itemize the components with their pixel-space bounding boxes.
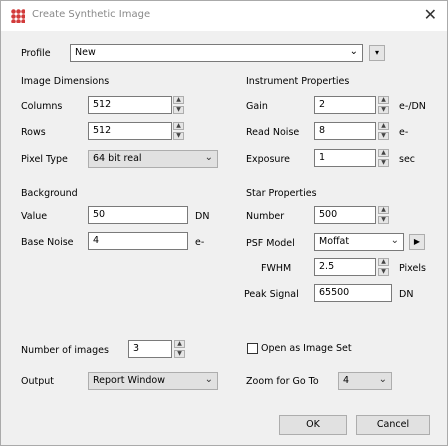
up-arrow-icon[interactable]: ▲ [378,258,389,266]
rows-label: Rows [21,127,46,138]
up-arrow-icon[interactable]: ▲ [174,340,185,348]
fwhm-unit: Pixels [399,263,426,274]
up-arrow-icon[interactable]: ▲ [378,206,389,214]
down-arrow-icon[interactable]: ▼ [378,268,389,276]
ok-button[interactable]: OK [279,415,347,435]
num-images-input[interactable]: 3 [128,340,172,358]
down-arrow-icon[interactable]: ▼ [173,106,184,114]
cancel-button[interactable]: Cancel [356,415,430,435]
zoom-select[interactable]: 4 ⌄ [338,372,392,390]
bg-value-input[interactable]: 50 [88,206,188,224]
number-label: Number [246,211,285,222]
gain-label: Gain [246,101,268,112]
up-arrow-icon[interactable]: ▲ [173,122,184,130]
gain-stepper[interactable]: ▲ ▼ [378,96,389,114]
number-input[interactable]: 500 [314,206,376,224]
zoom-label: Zoom for Go To [246,376,319,387]
exposure-unit: sec [399,154,416,165]
output-label: Output [21,376,54,387]
star-properties-heading: Star Properties [246,188,317,199]
down-arrow-icon[interactable]: ▼ [378,132,389,140]
bg-value-unit: DN [195,211,210,222]
fwhm-input[interactable]: 2.5 [314,258,376,276]
fwhm-stepper[interactable]: ▲ ▼ [378,258,389,276]
number-stepper[interactable]: ▲ ▼ [378,206,389,224]
rows-stepper[interactable]: ▲ ▼ [173,122,184,140]
columns-stepper[interactable]: ▲ ▼ [173,96,184,114]
peak-signal-input[interactable]: 65500 [314,284,392,302]
gain-unit: e-/DN [399,101,426,112]
read-noise-unit: e- [399,127,409,138]
up-arrow-icon[interactable]: ▲ [173,96,184,104]
read-noise-stepper[interactable]: ▲ ▼ [378,122,389,140]
peak-signal-label: Peak Signal [244,289,299,300]
gain-input[interactable]: 2 [314,96,376,114]
read-noise-label: Read Noise [246,127,300,138]
psf-model-label: PSF Model [246,238,295,249]
chevron-down-icon: ⌄ [204,152,213,163]
profile-combo[interactable]: New ⌄ [70,44,363,62]
chevron-down-icon: ⌄ [349,46,358,57]
down-arrow-icon[interactable]: ▼ [378,159,389,167]
output-select[interactable]: Report Window ⌄ [88,372,218,390]
base-noise-label: Base Noise [21,237,74,248]
up-arrow-icon[interactable]: ▲ [378,122,389,130]
exposure-input[interactable]: 1 [314,149,376,167]
down-arrow-icon[interactable]: ▼ [378,216,389,224]
create-synthetic-image-dialog: Create Synthetic Image ✕ Profile New ⌄ ▾… [0,0,448,446]
title-bar: Create Synthetic Image ✕ [1,1,447,31]
chevron-down-icon: ⌄ [390,235,399,246]
pixel-type-label: Pixel Type [21,154,68,165]
psf-model-select[interactable]: Moffat ⌄ [314,233,404,251]
close-icon[interactable]: ✕ [424,5,437,24]
psf-options-button[interactable]: ▶ [409,234,425,250]
down-arrow-icon[interactable]: ▼ [173,132,184,140]
output-value: Report Window [93,375,165,386]
chevron-down-icon: ⌄ [204,374,213,385]
down-arrow-icon[interactable]: ▼ [378,106,389,114]
image-dimensions-heading: Image Dimensions [21,76,110,87]
profile-label: Profile [21,48,51,59]
profile-value: New [75,47,96,58]
rows-input[interactable]: 512 [88,122,172,140]
zoom-value: 4 [343,375,350,386]
up-arrow-icon[interactable]: ▲ [378,149,389,157]
bg-value-label: Value [21,211,48,222]
app-dot-grid-icon [11,9,25,23]
background-heading: Background [21,188,78,199]
base-noise-input[interactable]: 4 [88,232,188,250]
exposure-stepper[interactable]: ▲ ▼ [378,149,389,167]
columns-label: Columns [21,101,63,112]
pixel-type-select[interactable]: 64 bit real ⌄ [88,150,218,168]
open-as-image-set-checkbox[interactable] [247,343,258,354]
chevron-down-icon: ⌄ [378,374,387,385]
fwhm-label: FWHM [261,263,292,274]
base-noise-unit: e- [195,237,205,248]
num-images-stepper[interactable]: ▲ ▼ [174,340,185,358]
psf-model-value: Moffat [319,236,350,247]
play-arrow-icon: ▶ [413,237,421,246]
pixel-type-value: 64 bit real [93,153,142,164]
up-arrow-icon[interactable]: ▲ [378,96,389,104]
instrument-heading: Instrument Properties [246,76,350,87]
open-as-image-set-label[interactable]: Open as Image Set [261,343,352,354]
num-images-label: Number of images [21,345,109,356]
profile-menu-button[interactable]: ▾ [369,45,385,61]
down-arrow-icon[interactable]: ▼ [174,350,185,358]
exposure-label: Exposure [246,154,290,165]
columns-input[interactable]: 512 [88,96,172,114]
peak-signal-unit: DN [399,289,414,300]
read-noise-input[interactable]: 8 [314,122,376,140]
window-title: Create Synthetic Image [32,9,151,20]
